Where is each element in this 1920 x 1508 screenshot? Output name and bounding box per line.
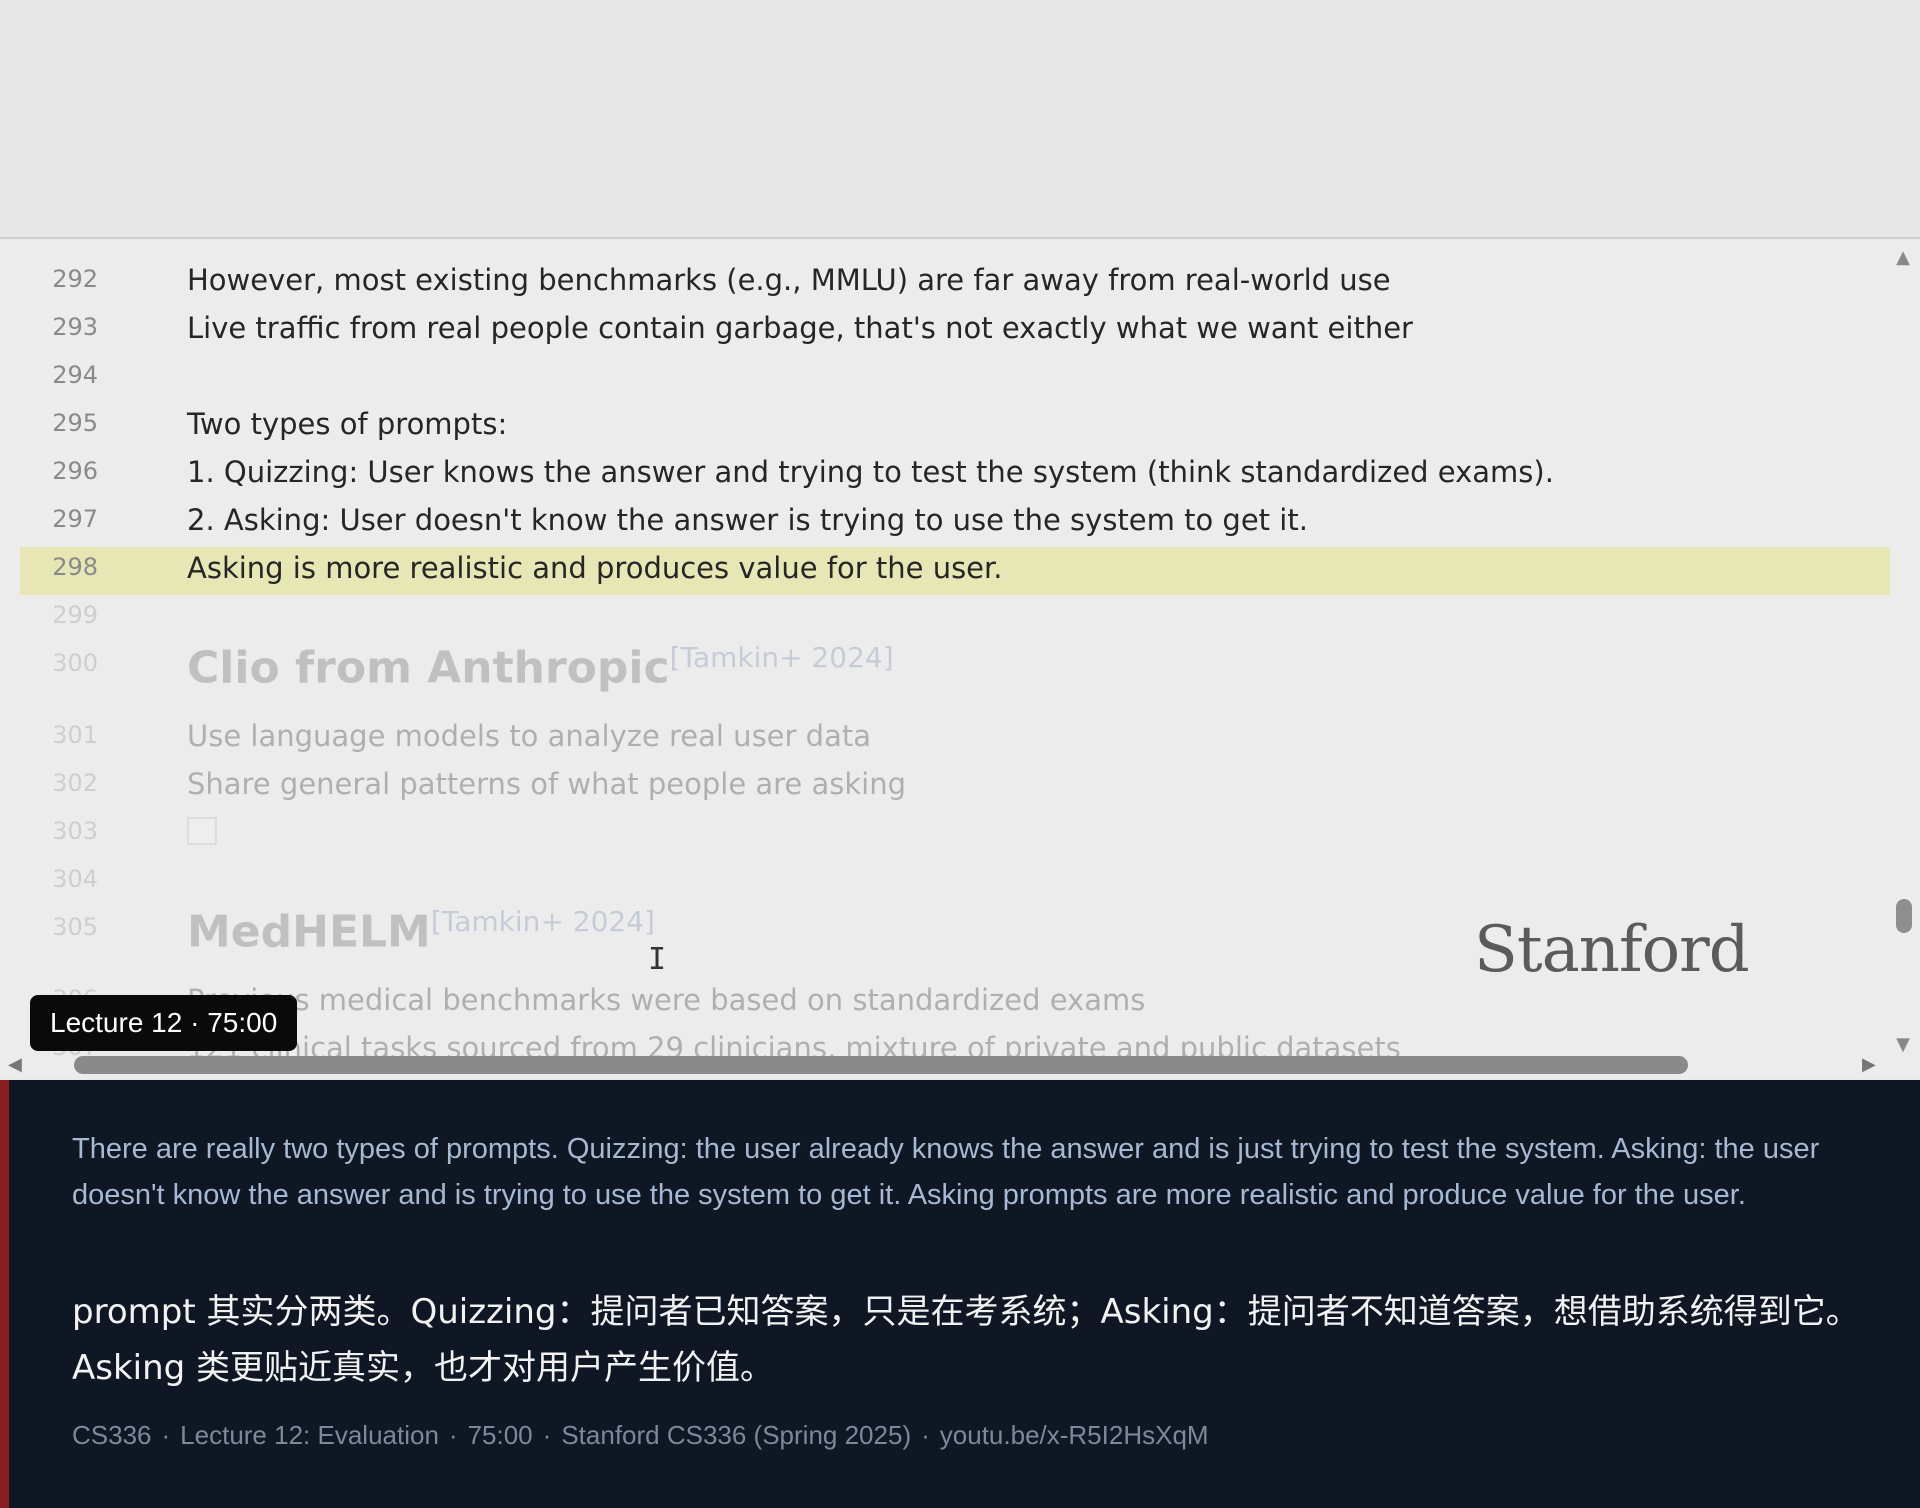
section-heading: MedHELM[Tamkin+ 2024] [187,905,655,958]
editor-line[interactable]: 299 [0,595,1890,643]
line-text: Previous medical benchmarks were based o… [187,983,1146,1017]
scroll-up-arrow-icon[interactable]: ▲ [1896,247,1910,268]
editor-line[interactable]: 303 [0,811,1890,859]
english-caption: There are really two types of prompts. Q… [72,1133,1820,1211]
editor-line[interactable]: 296 1. Quizzing: User knows the answer a… [0,451,1890,499]
line-text: 2. Asking: User doesn't know the answer … [187,503,1308,537]
line-number: 304 [52,865,98,893]
text-cursor-icon: I [648,942,667,977]
line-number: 299 [52,601,98,629]
video-top-blank [0,0,1920,239]
line-number: 305 [52,913,98,941]
heading-text: MedHELM [187,906,431,958]
line-text: Share general patterns of what people ar… [187,767,907,801]
lecture-title: Lecture 12: Evaluation [180,1420,439,1450]
editor-line[interactable]: 301 Use language models to analyze real … [0,715,1890,763]
line-text: However, most existing benchmarks (e.g.,… [187,263,1391,297]
lecture-timestamp-badge: Lecture 12 · 75:00 [30,995,298,1051]
line-text: 1. Quizzing: User knows the answer and t… [187,455,1554,489]
line-number: 302 [52,769,98,797]
line-number: 303 [52,817,98,845]
line-number: 298 [52,553,98,581]
editor-line[interactable]: 304 [0,859,1890,907]
editor-line[interactable]: 300 Clio from Anthropic[Tamkin+ 2024] [0,641,1890,715]
line-number: 296 [52,457,98,485]
editor-line-highlighted[interactable]: 298 Asking is more realistic and produce… [20,547,1890,595]
line-number: 295 [52,409,98,437]
editor-line[interactable]: 292 However, most existing benchmarks (e… [0,259,1890,307]
timestamp: 75:00 [467,1420,533,1450]
heading-text: Clio from Anthropic [187,642,670,694]
broken-image-icon [187,817,217,845]
line-number: 294 [52,361,98,389]
line-number: 292 [52,265,98,293]
subtitle-panel: There are really two types of prompts. Q… [0,1080,1920,1508]
line-number: 293 [52,313,98,341]
video-url-link[interactable]: youtu.be/x-R5I2HsXqM [940,1420,1209,1450]
section-heading: Clio from Anthropic[Tamkin+ 2024] [187,641,894,694]
chinese-caption: prompt 其实分两类。Quizzing：提问者已知答案，只是在考系统；Ask… [72,1292,1860,1388]
line-number: 300 [52,649,98,677]
code-editor[interactable]: ▲ 292 However, most existing benchmarks … [0,239,1920,1079]
line-text: Use language models to analyze real user… [187,719,871,753]
line-text: Asking is more realistic and produces va… [187,551,1003,585]
caption-metadata: CS336 · Lecture 12: Evaluation · 75:00 · Stanf… [72,1420,1209,1450]
line-number: 297 [52,505,98,533]
editor-line[interactable]: 294 [0,355,1890,403]
editor-line[interactable]: 297 2. Asking: User doesn't know the ans… [0,499,1890,547]
vertical-scrollbar-thumb[interactable] [1896,899,1912,933]
citation-link[interactable]: [Tamkin+ 2024] [431,905,655,938]
stanford-watermark: Stanford [1474,913,1750,987]
line-text: Two types of prompts: [187,407,508,441]
scroll-left-arrow-icon[interactable]: ◀ [8,1054,22,1075]
horizontal-scrollbar[interactable]: ◀ ▶ [0,1052,1920,1080]
editor-line[interactable]: 295 Two types of prompts: [0,403,1890,451]
channel-name: Stanford CS336 (Spring 2025) [561,1420,912,1450]
scroll-right-arrow-icon[interactable]: ▶ [1862,1054,1876,1075]
citation-link[interactable]: [Tamkin+ 2024] [670,641,894,674]
course-code: CS336 [72,1420,152,1450]
line-text: Live traffic from real people contain ga… [187,311,1413,345]
editor-line[interactable]: 302 Share general patterns of what peopl… [0,763,1890,811]
line-number: 301 [52,721,98,749]
horizontal-scrollbar-thumb[interactable] [74,1056,1688,1074]
editor-line[interactable]: 293 Live traffic from real people contai… [0,307,1890,355]
